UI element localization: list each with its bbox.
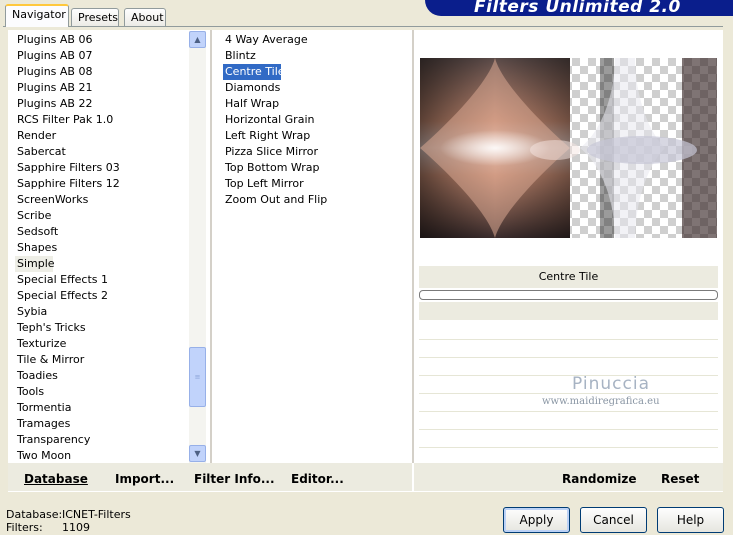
status-database-label: Database:: [6, 508, 63, 521]
category-item[interactable]: Render: [15, 128, 187, 144]
chevron-up-icon: ▲: [194, 35, 201, 44]
status-filters: Filters: 1109: [6, 521, 90, 534]
filter-list[interactable]: 4 Way Average Blintz Centre Tile Diamonds Ha…: [223, 32, 408, 208]
filter-item[interactable]: Blintz: [223, 48, 408, 64]
parameter-row: [419, 340, 718, 358]
slider-bar: [419, 302, 718, 320]
scroll-thumb[interactable]: ≡: [189, 347, 206, 407]
filter-item[interactable]: Centre Tile: [223, 64, 285, 80]
watermark-name: Pinuccia: [572, 374, 650, 394]
status-database-value: ICNET-Filters: [62, 508, 131, 521]
banner-title: Filters Unlimited 2.0: [474, 0, 681, 16]
filter-item[interactable]: Half Wrap: [223, 96, 408, 112]
category-item[interactable]: Plugins AB 22: [15, 96, 187, 112]
filter-item[interactable]: Left Right Wrap: [223, 128, 408, 144]
status-filters-label: Filters:: [6, 521, 43, 534]
category-item[interactable]: Tormentia: [15, 400, 187, 416]
import-button-label: Import...: [115, 472, 175, 486]
import-button[interactable]: Import...: [115, 471, 174, 487]
app-banner: Filters Unlimited 2.0: [425, 0, 733, 16]
category-item[interactable]: Scribe: [15, 208, 187, 224]
category-item[interactable]: Sapphire Filters 03: [15, 160, 187, 176]
parameter-row: [419, 430, 718, 448]
filter-item[interactable]: Top Bottom Wrap: [223, 160, 408, 176]
list-divider: [210, 30, 212, 463]
parameter-slider[interactable]: [419, 290, 718, 300]
tab-presets[interactable]: Presets: [71, 8, 119, 26]
editor-button[interactable]: Editor...: [291, 471, 344, 487]
reset-button-label: Reset: [661, 472, 700, 486]
tab-about-label: About: [131, 11, 164, 24]
filter-item[interactable]: Horizontal Grain: [223, 112, 408, 128]
preview-artwork: [420, 58, 717, 238]
tab-navigator[interactable]: Navigator: [5, 4, 69, 27]
bottom-bar-divider: [412, 463, 414, 491]
preview-image: [420, 58, 717, 238]
category-item[interactable]: Texturize: [15, 336, 187, 352]
randomize-button-label: Randomize: [562, 472, 637, 486]
category-item[interactable]: Sybia: [15, 304, 187, 320]
tab-presets-label: Presets: [78, 11, 119, 24]
category-item[interactable]: Two Moon: [15, 448, 187, 464]
randomize-button[interactable]: Randomize: [562, 471, 636, 487]
parameter-row: [419, 412, 718, 430]
filter-info-button[interactable]: Filter Info...: [194, 471, 275, 487]
filter-item[interactable]: Diamonds: [223, 80, 408, 96]
editor-button-label: Editor...: [291, 472, 344, 486]
cancel-button[interactable]: Cancel: [580, 507, 647, 533]
watermark-url: www.maidiregrafica.eu: [542, 396, 660, 407]
category-item[interactable]: RCS Filter Pak 1.0: [15, 112, 187, 128]
category-item[interactable]: Sapphire Filters 12: [15, 176, 187, 192]
tab-navigator-label: Navigator: [12, 8, 66, 21]
category-item[interactable]: Plugins AB 07: [15, 48, 187, 64]
category-item[interactable]: Tile & Mirror: [15, 352, 187, 368]
filter-name-bar: Centre Tile: [419, 266, 718, 288]
category-item[interactable]: Special Effects 2: [15, 288, 187, 304]
category-item[interactable]: Special Effects 1: [15, 272, 187, 288]
parameter-row: [419, 322, 718, 340]
tab-about[interactable]: About: [124, 8, 166, 26]
category-scrollbar[interactable]: ▲ ≡ ▼: [189, 31, 206, 463]
category-item[interactable]: Sabercat: [15, 144, 187, 160]
preview-divider: [412, 30, 414, 463]
category-item[interactable]: ScreenWorks: [15, 192, 187, 208]
filter-item[interactable]: 4 Way Average: [223, 32, 408, 48]
tab-underline: [3, 26, 723, 27]
help-button[interactable]: Help: [657, 507, 724, 533]
category-list[interactable]: Plugins AB 06 Plugins AB 07 Plugins AB 08 P…: [15, 32, 187, 464]
filter-item[interactable]: Pizza Slice Mirror: [223, 144, 408, 160]
category-item[interactable]: Plugins AB 06: [15, 32, 187, 48]
reset-button[interactable]: Reset: [661, 471, 699, 487]
category-item[interactable]: Plugins AB 08: [15, 64, 187, 80]
grip-icon: ≡: [194, 373, 201, 381]
database-button-label: Database: [24, 472, 88, 486]
status-filters-value: 1109: [62, 521, 90, 534]
category-item[interactable]: Tools: [15, 384, 187, 400]
chevron-down-icon: ▼: [194, 449, 201, 458]
status-database: Database: ICNET-Filters: [6, 508, 131, 521]
category-item[interactable]: Toadies: [15, 368, 187, 384]
scroll-up-button[interactable]: ▲: [189, 31, 206, 48]
category-item[interactable]: Sedsoft: [15, 224, 187, 240]
category-item[interactable]: Simple: [15, 256, 55, 272]
parameter-row: [419, 358, 718, 376]
category-item[interactable]: Teph's Tricks: [15, 320, 187, 336]
filter-item[interactable]: Zoom Out and Flip: [223, 192, 408, 208]
category-item[interactable]: Shapes: [15, 240, 187, 256]
category-item[interactable]: Plugins AB 21: [15, 80, 187, 96]
apply-button[interactable]: Apply: [503, 507, 570, 533]
scroll-down-button[interactable]: ▼: [189, 445, 206, 462]
filter-name-label: Centre Tile: [538, 270, 599, 283]
filter-info-button-label: Filter Info...: [194, 472, 275, 486]
filter-item[interactable]: Top Left Mirror: [223, 176, 408, 192]
parameter-row: [419, 376, 718, 394]
database-button[interactable]: Database: [24, 471, 88, 487]
category-item[interactable]: Tramages: [15, 416, 187, 432]
category-item[interactable]: Transparency: [15, 432, 187, 448]
